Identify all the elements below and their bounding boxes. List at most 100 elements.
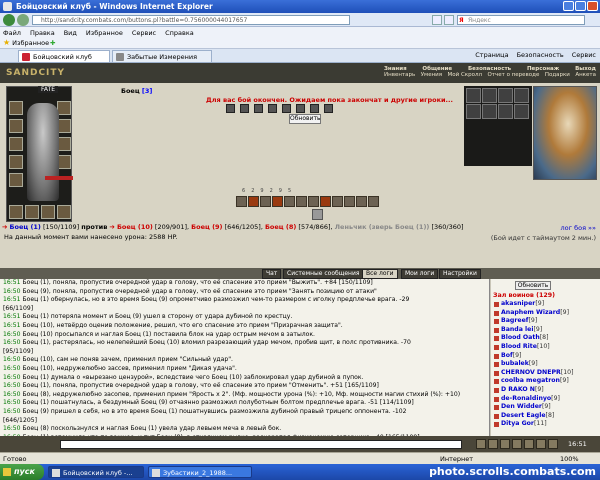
skill-icon[interactable] xyxy=(344,196,355,207)
dead-enemy-name[interactable]: Леньчик (зверь Боец (1)) xyxy=(335,223,430,231)
chat-tool-icon[interactable] xyxy=(524,439,534,449)
skill-icon[interactable] xyxy=(260,196,271,207)
chat-input[interactable] xyxy=(60,440,462,449)
chat-tool-icon[interactable] xyxy=(500,439,510,449)
online-user[interactable]: Anaphem Wizard[9] xyxy=(493,309,598,318)
refresh-button[interactable]: Обновить xyxy=(289,114,321,124)
chat-tool-icon[interactable] xyxy=(536,439,546,449)
rune-slot[interactable] xyxy=(9,205,23,219)
skill-icon[interactable] xyxy=(248,196,259,207)
special-skill-icon[interactable] xyxy=(312,209,323,220)
menu-favorites[interactable]: Избранное xyxy=(86,29,123,37)
menu-gifts[interactable]: Подарки xyxy=(545,72,570,78)
menu-transfer-report[interactable]: Отчет о переводе xyxy=(487,72,539,78)
belt-slot[interactable] xyxy=(9,173,23,187)
chat-tool-icon[interactable] xyxy=(476,439,486,449)
browser-stop-icon[interactable] xyxy=(444,15,454,25)
opponent-name[interactable]: Боец xyxy=(121,87,140,95)
gloves-slot[interactable] xyxy=(57,119,71,133)
action-icon[interactable] xyxy=(254,104,263,113)
maximize-button[interactable] xyxy=(575,1,586,11)
armor-slot[interactable] xyxy=(9,155,23,169)
tab-all-logs[interactable]: Все логи xyxy=(362,269,398,279)
online-user[interactable]: CHERNOV DNEPR[10] xyxy=(493,369,598,378)
minimize-button[interactable] xyxy=(563,1,574,11)
battle-log-link[interactable]: лог боя »» xyxy=(560,224,596,232)
earring-slot[interactable] xyxy=(57,101,71,115)
opponent-item-slot[interactable] xyxy=(482,104,497,119)
online-user[interactable]: D RAKO N[9] xyxy=(493,386,598,395)
action-icon[interactable] xyxy=(282,104,291,113)
tools-menu[interactable]: Сервис xyxy=(572,51,596,59)
taskbar-item-image[interactable]: Зубастики_2_1988... xyxy=(148,466,252,478)
my-team-name[interactable]: Боец (1) xyxy=(10,223,41,231)
online-user[interactable]: akasniper[9] xyxy=(493,300,598,309)
weapon-slot[interactable] xyxy=(9,137,23,151)
address-bar[interactable]: http://sandcity.combats.com/buttons.pl?b… xyxy=(32,15,350,25)
opponent-item-slot[interactable] xyxy=(498,104,513,119)
action-icon[interactable] xyxy=(310,104,319,113)
opponent-item-slot[interactable] xyxy=(482,88,497,103)
boots-slot[interactable] xyxy=(57,205,71,219)
skill-icon[interactable] xyxy=(308,196,319,207)
amulet-slot[interactable] xyxy=(9,119,23,133)
tab-system-messages[interactable]: Системные сообщения xyxy=(283,269,364,279)
tab-chat[interactable]: Чат xyxy=(262,269,282,279)
favorites-button[interactable]: ★ Избранное xyxy=(3,39,49,48)
menu-tools[interactable]: Сервис xyxy=(132,29,156,37)
skill-icon[interactable] xyxy=(368,196,379,207)
enemy-name[interactable]: Боец (10) xyxy=(117,223,153,231)
menu-file[interactable]: Файл xyxy=(3,29,21,37)
action-icon[interactable] xyxy=(226,104,235,113)
browser-tab-forgotten[interactable]: Забытые Измерения xyxy=(112,50,212,62)
enemy-name[interactable]: Боец (9) xyxy=(191,223,222,231)
online-user[interactable]: de-Ronaldinyo[9] xyxy=(493,395,598,404)
chat-tool-icon[interactable] xyxy=(548,439,558,449)
helmet-slot[interactable] xyxy=(9,101,23,115)
forward-button[interactable] xyxy=(17,14,29,26)
online-user[interactable]: bubalek[9] xyxy=(493,360,598,369)
ring-slot[interactable] xyxy=(57,155,71,169)
opponent-item-slot[interactable] xyxy=(466,104,481,119)
start-button[interactable]: пуск xyxy=(0,464,44,480)
action-icon[interactable] xyxy=(296,104,305,113)
skill-icon[interactable] xyxy=(236,196,247,207)
menu-view[interactable]: Вид xyxy=(64,29,77,37)
browser-refresh-icon[interactable] xyxy=(432,15,442,25)
menu-edit[interactable]: Правка xyxy=(30,29,55,37)
back-button[interactable] xyxy=(3,14,15,26)
search-input[interactable]: Я Яндекс xyxy=(457,15,585,25)
online-user[interactable]: Blood Rite[10] xyxy=(493,343,598,352)
online-user[interactable]: Desert Eagle[8] xyxy=(493,412,598,421)
skill-icon[interactable] xyxy=(296,196,307,207)
menu-inventory[interactable]: Инвентарь xyxy=(384,72,415,78)
skill-icon[interactable] xyxy=(320,196,331,207)
menu-profile[interactable]: Анкета xyxy=(575,72,596,78)
rune-slot[interactable] xyxy=(25,205,39,219)
action-icon[interactable] xyxy=(324,104,333,113)
shield-slot[interactable] xyxy=(57,137,71,151)
skill-icon[interactable] xyxy=(272,196,283,207)
menu-help[interactable]: Справка xyxy=(165,29,194,37)
online-user[interactable]: Den Widder[9] xyxy=(493,403,598,412)
online-user[interactable]: Banda lei[9] xyxy=(493,326,598,335)
combat-log[interactable]: 16:51 Боец (1), поняла, пропустив очеред… xyxy=(0,279,490,436)
online-user[interactable]: Bof[9] xyxy=(493,352,598,361)
online-user[interactable]: Bagreef[9] xyxy=(493,317,598,326)
tab-my-logs[interactable]: Мои логи xyxy=(401,269,439,279)
opponent-item-slot[interactable] xyxy=(466,88,481,103)
opponent-item-slot[interactable] xyxy=(514,104,529,119)
opponent-item-slot[interactable] xyxy=(514,88,529,103)
enemy-name[interactable]: Боец (8) xyxy=(265,223,296,231)
online-user[interactable]: Ditya Gor[11] xyxy=(493,420,598,429)
browser-tab-combats[interactable]: Бойцовский клуб xyxy=(18,50,110,62)
safety-menu[interactable]: Безопасность xyxy=(517,51,564,59)
menu-scroll[interactable]: Мой Скролл xyxy=(448,72,482,78)
tab-settings[interactable]: Настройки xyxy=(439,269,481,279)
skill-icon[interactable] xyxy=(284,196,295,207)
online-user[interactable]: Blood Oath[8] xyxy=(493,334,598,343)
online-refresh-button[interactable]: Обновить xyxy=(515,281,551,290)
online-user[interactable]: coolba megatron[9] xyxy=(493,377,598,386)
menu-skills[interactable]: Умения xyxy=(421,72,442,78)
page-menu[interactable]: Страница xyxy=(475,51,508,59)
